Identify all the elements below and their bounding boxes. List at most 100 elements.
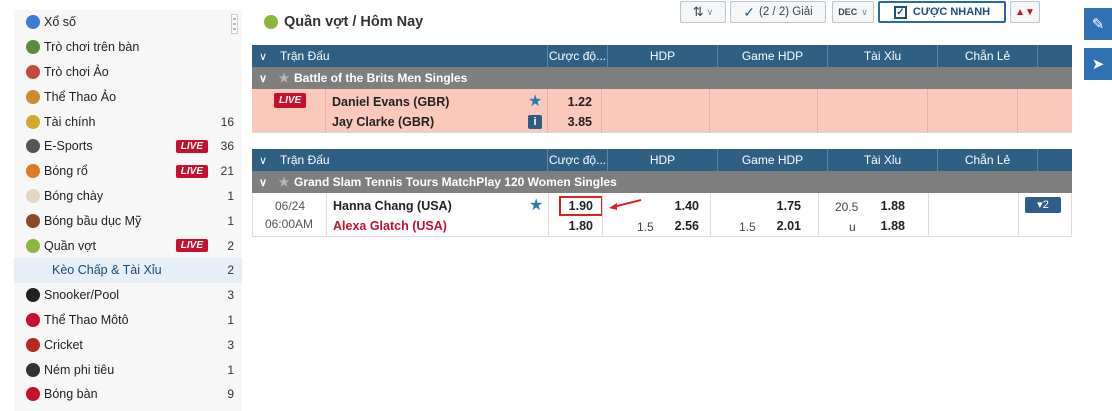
sidebar-item-label: Thể Thao Ảo <box>44 89 117 104</box>
finance-icon <box>26 114 40 129</box>
virtual-game-icon <box>26 64 40 79</box>
sidebar-item-count: 1 <box>227 188 234 203</box>
sidebar-item[interactable]: Snooker/Pool 3 <box>14 283 242 308</box>
send-icon: ➤ <box>1091 56 1105 73</box>
sidebar-item-label: Bóng bầu dục Mỹ <box>44 213 142 228</box>
send-tab[interactable]: ➤ <box>1084 48 1112 80</box>
league-filter-button[interactable]: ✓ (2 / 2) Giải <box>730 1 826 23</box>
sidebar-item[interactable]: Bóng rổ LIVE 21 <box>14 159 242 184</box>
col-game-hdp: Game HDP <box>718 45 828 67</box>
sort-button[interactable]: ⇅ ∨ <box>680 1 726 23</box>
col-hdp: HDP <box>608 45 718 67</box>
sidebar-item-count: 1 <box>227 312 234 327</box>
sidebar-item[interactable]: Quần vợt LIVE 2 <box>14 233 242 258</box>
sidebar-item-label: Bóng chày <box>44 188 104 203</box>
bet-slip-tab[interactable]: ✎ <box>1084 8 1112 40</box>
sidebar-item[interactable]: Bóng bầu dục Mỹ 1 <box>14 208 242 233</box>
sidebar-collapse-handle[interactable] <box>231 14 238 34</box>
sidebar-subitem[interactable]: Kèo Chấp & Tài Xỉu 2 <box>14 257 242 283</box>
collapse-icon[interactable]: ∨ <box>252 50 274 63</box>
sidebar-item[interactable]: Cricket 3 <box>14 332 242 357</box>
collapse-icon[interactable]: ∨ <box>252 72 274 85</box>
sidebar-item-count: 3 <box>227 337 234 352</box>
collapse-icon[interactable]: ∨ <box>252 176 274 189</box>
live-badge: LIVE <box>175 139 208 153</box>
virtual-sports-icon <box>26 89 40 104</box>
col-game-hdp: Game HDP <box>718 149 828 171</box>
match-table-live: ∨ Trận Đấu Cược độ... HDP Game HDP Tài X… <box>252 45 1072 133</box>
table-tennis-icon <box>26 387 40 402</box>
sidebar-item-count: 9 <box>227 387 234 402</box>
col-match: Trận Đấu <box>274 149 548 171</box>
more-bets-button[interactable]: ▾2 <box>1025 197 1061 213</box>
table-header: ∨ Trận Đấu Cược độ... HDP Game HDP Tài X… <box>252 149 1072 171</box>
sidebar-item-label: Cricket <box>44 337 83 352</box>
col-odd-even: Chẵn Lẻ <box>938 45 1038 67</box>
sidebar-item[interactable]: Thể Thao Môtô 1 <box>14 308 242 333</box>
sort-order-button[interactable]: ▲▼ <box>1010 1 1040 23</box>
sidebar-item[interactable]: E-Sports LIVE 36 <box>14 134 242 159</box>
sidebar-item-label: Kèo Chấp & Tài Xỉu <box>52 263 162 278</box>
basketball-icon <box>26 164 40 179</box>
sidebar-item-label: Bóng rổ <box>44 164 88 179</box>
sidebar-item-count: 16 <box>220 114 234 129</box>
col-over-under: Tài Xỉu <box>828 149 938 171</box>
motorsport-icon <box>26 312 40 327</box>
baseball-icon <box>26 188 40 203</box>
sports-sidebar: Xổ số Trò chơi trên bàn Trò chơi Ảo Thể Tha… <box>14 10 242 411</box>
live-badge: LIVE <box>175 239 208 253</box>
snooker-icon <box>26 288 40 303</box>
odds-format-select[interactable]: DEC ∨ <box>832 1 874 23</box>
favorite-star-icon[interactable]: ★ <box>274 71 294 85</box>
match-row: 06/24 06:00AM Hanna Chang (USA) Alexa Gl… <box>252 193 1072 237</box>
favorite-star-icon[interactable]: ★ <box>274 175 294 189</box>
sidebar-item-count: 2 <box>227 263 234 278</box>
sidebar-item-label: Bóng bàn <box>44 387 98 402</box>
sidebar-item-label: Xổ số <box>44 15 76 30</box>
match-row: LIVE Daniel Evans (GBR) Jay Clarke (GBR)… <box>252 89 1072 133</box>
sidebar-item-count: 1 <box>227 362 234 377</box>
odds-format-label: DEC <box>838 7 858 17</box>
league-header[interactable]: ∨ ★ Grand Slam Tennis Tours MatchPlay 12… <box>252 171 1072 193</box>
sidebar-item-count: 21 <box>220 164 234 179</box>
tennis-icon <box>26 238 40 253</box>
league-filter-label: (2 / 2) Giải <box>759 6 813 18</box>
sidebar-item-label: Trò chơi Ảo <box>44 64 109 79</box>
league-header[interactable]: ∨ ★ Battle of the Brits Men Singles <box>252 67 1072 89</box>
league-name: Battle of the Brits Men Singles <box>294 71 468 85</box>
collapse-icon[interactable]: ∨ <box>252 154 274 167</box>
sidebar-item-count: 36 <box>220 139 234 154</box>
sidebar-item-label: Tài chính <box>44 114 96 129</box>
sidebar-item-label: Snooker/Pool <box>44 288 120 303</box>
checkbox-icon: ✓ <box>893 5 907 19</box>
football-icon <box>26 213 40 228</box>
sidebar-item[interactable]: Bóng bàn 9 <box>14 382 242 407</box>
match-table: ∨ Trận Đấu Cược độ... HDP Game HDP Tài X… <box>252 149 1072 237</box>
sidebar-item-count: 2 <box>227 238 234 253</box>
sidebar-item[interactable]: Xổ số <box>14 10 242 35</box>
table-game-icon <box>26 40 40 55</box>
col-hdp: HDP <box>608 149 718 171</box>
chevron-down-icon: ∨ <box>861 6 868 17</box>
sort-arrows-icon: ▲▼ <box>1015 6 1035 18</box>
sidebar-item-label: E-Sports <box>44 139 93 154</box>
quick-bet-toggle[interactable]: ✓ CƯỢC NHANH <box>878 1 1006 23</box>
sidebar-item[interactable]: Trò chơi trên bàn <box>14 35 242 60</box>
league-name: Grand Slam Tennis Tours MatchPlay 120 Wo… <box>294 175 617 189</box>
col-moneyline: Cược độ... <box>548 149 608 171</box>
sidebar-item[interactable]: Tài chính 16 <box>14 109 242 134</box>
runner-icon: ✎ <box>1091 16 1105 33</box>
sidebar-item[interactable]: Ném phi tiêu 1 <box>14 357 242 382</box>
col-over-under: Tài Xỉu <box>828 45 938 67</box>
check-icon: ✓ <box>743 3 756 20</box>
sidebar-item[interactable]: Trò chơi Ảo <box>14 60 242 85</box>
tennis-ball-icon <box>264 15 278 29</box>
sidebar-item-label: Quần vợt <box>44 238 96 253</box>
sidebar-item-label: Trò chơi trên bàn <box>44 40 140 55</box>
col-odd-even: Chẵn Lẻ <box>938 149 1038 171</box>
sidebar-item[interactable]: Thể Thao Ảo <box>14 84 242 109</box>
quick-bet-label: CƯỢC NHANH <box>912 6 991 18</box>
sidebar-item[interactable]: Bóng chày 1 <box>14 184 242 209</box>
table-header: ∨ Trận Đấu Cược độ... HDP Game HDP Tài X… <box>252 45 1072 67</box>
chevron-down-icon: ∨ <box>706 6 714 17</box>
